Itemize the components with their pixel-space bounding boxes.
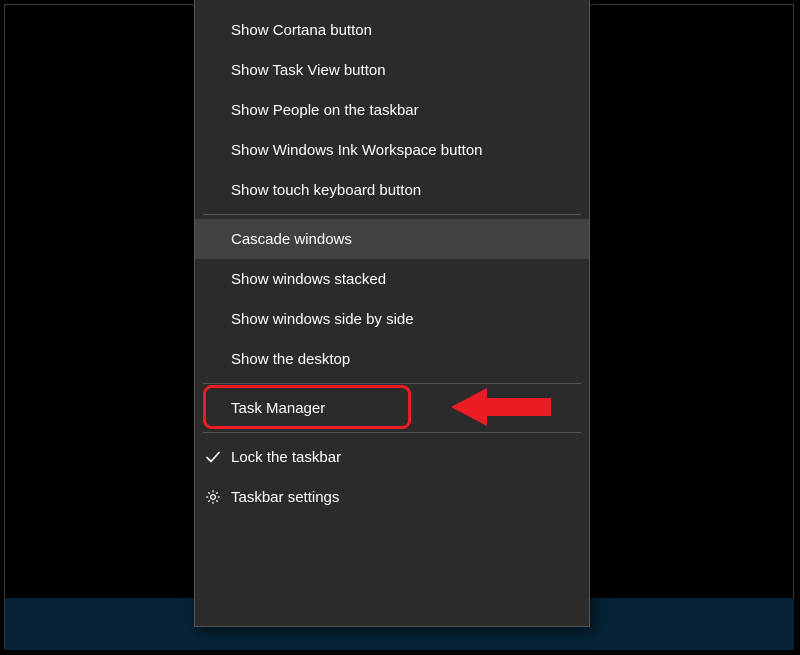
menu-item-label: Task Manager — [231, 400, 589, 417]
taskbar-context-menu: Show Cortana button Show Task View button… — [194, 0, 590, 627]
menu-item-lock-taskbar[interactable]: Lock the taskbar — [195, 437, 589, 477]
menu-item-label: Show windows side by side — [231, 311, 589, 328]
menu-separator — [203, 432, 581, 433]
check-icon — [205, 449, 221, 465]
menu-item-cascade-windows[interactable]: Cascade windows — [195, 219, 589, 259]
menu-item-show-ink-workspace[interactable]: Show Windows Ink Workspace button — [195, 130, 589, 170]
menu-item-task-manager[interactable]: Task Manager — [195, 388, 589, 428]
check-icon — [195, 449, 231, 465]
menu-separator — [203, 383, 581, 384]
menu-item-show-stacked[interactable]: Show windows stacked — [195, 259, 589, 299]
menu-item-show-desktop[interactable]: Show the desktop — [195, 339, 589, 379]
menu-item-label: Show Cortana button — [231, 22, 589, 39]
menu-item-label: Show People on the taskbar — [231, 102, 589, 119]
menu-item-show-touch-keyboard[interactable]: Show touch keyboard button — [195, 170, 589, 210]
menu-item-label: Show windows stacked — [231, 271, 589, 288]
menu-item-label: Taskbar settings — [231, 489, 589, 506]
menu-item-label: Show the desktop — [231, 351, 589, 368]
menu-item-label: Cascade windows — [231, 231, 589, 248]
menu-item-label: Show touch keyboard button — [231, 182, 589, 199]
gear-icon — [195, 489, 231, 505]
menu-item-show-task-view[interactable]: Show Task View button — [195, 50, 589, 90]
gear-icon — [205, 489, 221, 505]
menu-item-taskbar-settings[interactable]: Taskbar settings — [195, 477, 589, 517]
menu-separator — [203, 214, 581, 215]
menu-item-label: Lock the taskbar — [231, 449, 589, 466]
menu-item-show-people[interactable]: Show People on the taskbar — [195, 90, 589, 130]
menu-item-label: Show Windows Ink Workspace button — [231, 142, 589, 159]
menu-item-show-side-by-side[interactable]: Show windows side by side — [195, 299, 589, 339]
menu-item-show-cortana[interactable]: Show Cortana button — [195, 10, 589, 50]
menu-item-label: Show Task View button — [231, 62, 589, 79]
